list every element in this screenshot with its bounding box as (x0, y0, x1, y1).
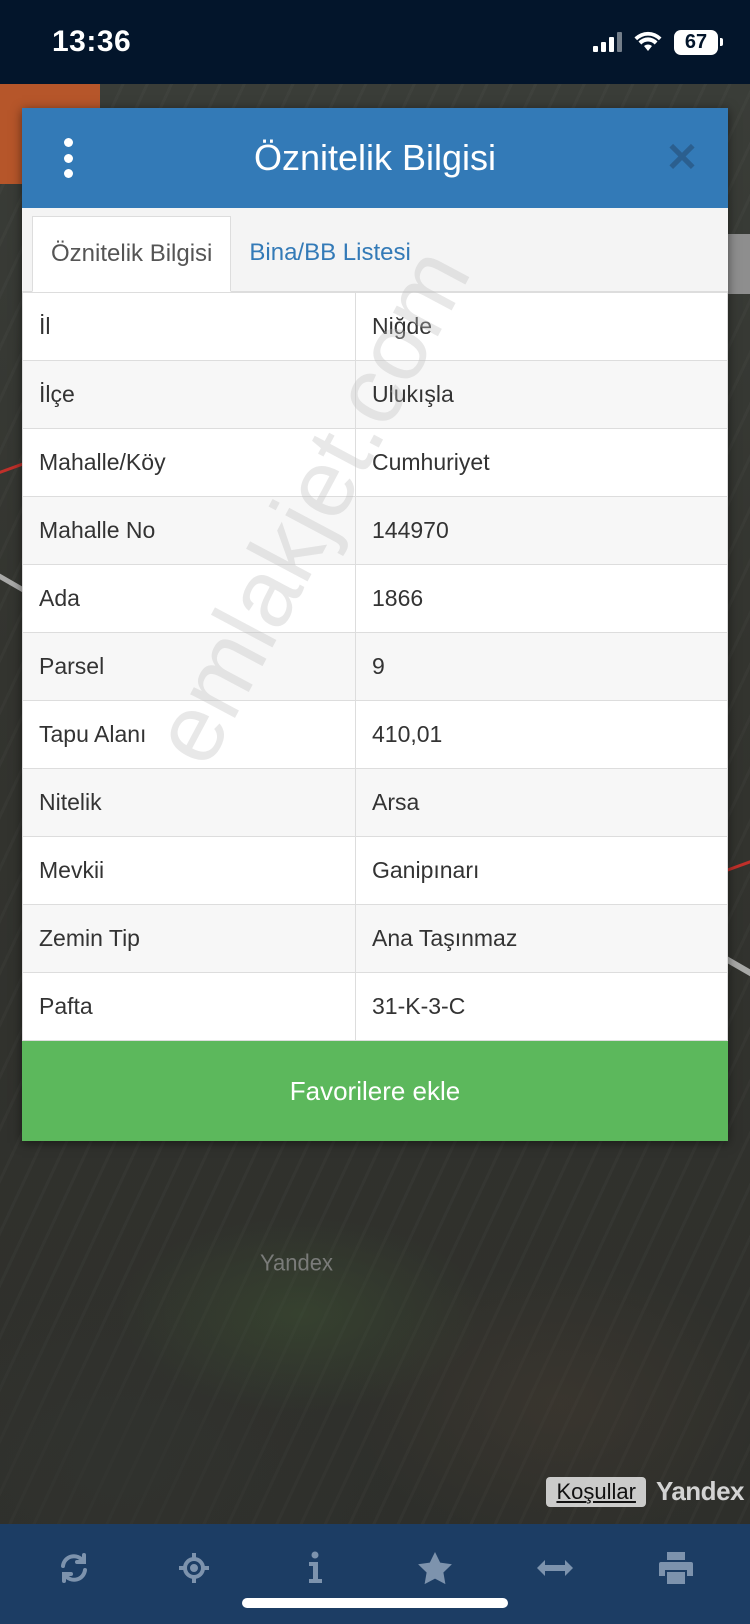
row-key: Mevkii (22, 836, 356, 905)
table-row: Zemin Tip Ana Taşınmaz (22, 904, 728, 973)
row-value: 9 (355, 632, 728, 701)
row-value: 144970 (355, 496, 728, 565)
cellular-signal-icon (593, 32, 622, 52)
info-icon[interactable] (285, 1538, 345, 1598)
status-bar: 13:36 67 (0, 0, 750, 84)
table-row: İl Niğde (22, 292, 728, 361)
measure-icon[interactable] (525, 1538, 585, 1598)
row-key: Mahalle No (22, 496, 356, 565)
row-key: Pafta (22, 972, 356, 1041)
close-icon[interactable]: ✕ (662, 138, 702, 178)
row-value: Ganipınarı (355, 836, 728, 905)
battery-indicator: 67 (674, 29, 723, 55)
tab-attribute-info[interactable]: Öznitelik Bilgisi (32, 216, 232, 292)
row-value: 31-K-3-C (355, 972, 728, 1041)
bottom-toolbar (0, 1524, 750, 1624)
row-key: Ada (22, 564, 356, 633)
attribute-table: İl Niğde İlçe Ulukışla Mahalle/Köy Cumhuriy… (22, 292, 728, 1041)
table-row: İlçe Ulukışla (22, 360, 728, 429)
row-value: Arsa (355, 768, 728, 837)
map-attribution: Koşullar Yandex (546, 1476, 745, 1507)
table-row: Mahalle/Köy Cumhuriyet (22, 428, 728, 497)
add-to-favorites-button[interactable]: Favorilere ekle (22, 1041, 728, 1141)
wifi-icon (634, 31, 662, 51)
table-row: Tapu Alanı 410,01 (22, 700, 728, 769)
attribute-info-dialog: Öznitelik Bilgisi ✕ Öznitelik Bilgisi Bi… (22, 108, 728, 1141)
dialog-title: Öznitelik Bilgisi (253, 137, 497, 178)
row-key: İl (22, 292, 356, 361)
yandex-logo: Yandex (655, 1476, 745, 1506)
map-provider-mark: Yandex (260, 1249, 333, 1276)
more-menu-icon[interactable] (58, 138, 78, 178)
refresh-icon[interactable] (44, 1538, 104, 1598)
table-row: Pafta 31-K-3-C (22, 972, 728, 1041)
row-value: Ulukışla (355, 360, 728, 429)
status-indicators: 67 (593, 29, 723, 55)
star-icon[interactable] (405, 1538, 465, 1598)
row-key: İlçe (22, 360, 356, 429)
row-key: Mahalle/Köy (22, 428, 356, 497)
row-key: Nitelik (22, 768, 356, 837)
dialog-tabs: Öznitelik Bilgisi Bina/BB Listesi (22, 208, 728, 292)
table-row: Mevkii Ganipınarı (22, 836, 728, 905)
row-value: Niğde (355, 292, 728, 361)
status-time: 13:36 (52, 25, 132, 58)
row-value: Ana Taşınmaz (355, 904, 728, 973)
table-row: Parsel 9 (22, 632, 728, 701)
tab-building-list[interactable]: Bina/BB Listesi (231, 215, 428, 291)
row-value: 410,01 (355, 700, 728, 769)
table-row: Ada 1866 (22, 564, 728, 633)
row-value: Cumhuriyet (355, 428, 728, 497)
conditions-link[interactable]: Koşullar (546, 1476, 646, 1507)
row-key: Zemin Tip (22, 904, 356, 973)
print-icon[interactable] (646, 1538, 706, 1598)
dialog-header: Öznitelik Bilgisi ✕ (22, 108, 728, 208)
row-key: Parsel (22, 632, 356, 701)
row-value: 1866 (355, 564, 728, 633)
row-key: Tapu Alanı (22, 700, 356, 769)
table-row: Nitelik Arsa (22, 768, 728, 837)
locate-icon[interactable] (164, 1538, 224, 1598)
table-row: Mahalle No 144970 (22, 496, 728, 565)
home-indicator (242, 1598, 508, 1608)
